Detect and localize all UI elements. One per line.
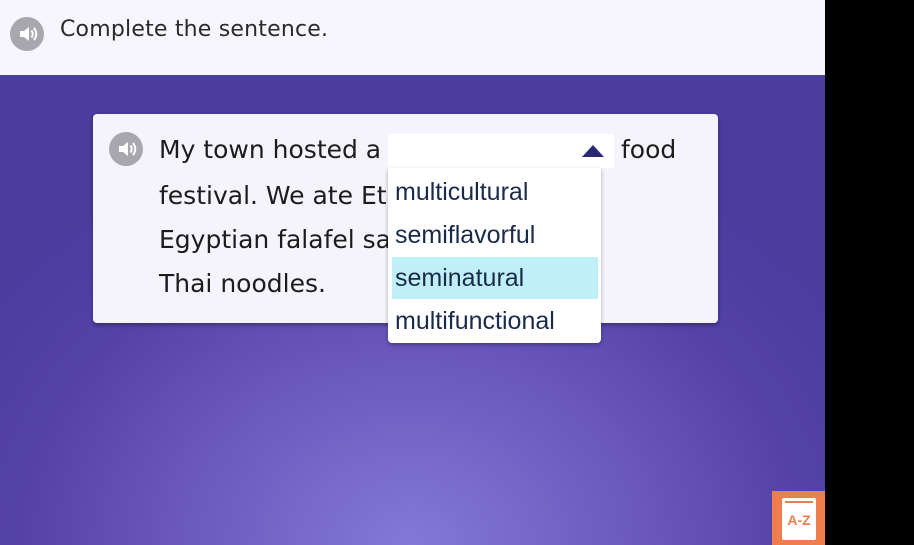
dropdown-option[interactable]: multicultural (392, 171, 598, 213)
dropdown-menu: multicultural semiflavorful seminatural … (388, 168, 601, 343)
sentence-line: Thai noodles. (159, 269, 326, 298)
sentence-line-tail: food (621, 135, 677, 164)
speaker-icon[interactable] (10, 17, 44, 51)
dropdown-option-highlighted[interactable]: seminatural (392, 257, 598, 299)
answer-dropdown[interactable] (388, 134, 614, 168)
caret-up-icon[interactable] (582, 145, 604, 157)
activity-stage: Complete the sentence. My town hosted a … (0, 0, 825, 545)
book-icon: A-Z (782, 498, 816, 540)
glossary-button[interactable]: A-Z (772, 491, 825, 545)
dropdown-option[interactable]: semiflavorful (392, 214, 598, 256)
prompt-text: Complete the sentence. (60, 17, 329, 42)
speaker-icon[interactable] (109, 132, 143, 166)
sentence-line: My town hosted a (159, 135, 382, 164)
glossary-label: A-Z (787, 512, 811, 528)
prompt-bar: Complete the sentence. (0, 0, 825, 77)
dropdown-option[interactable]: multifunctional (392, 300, 598, 342)
